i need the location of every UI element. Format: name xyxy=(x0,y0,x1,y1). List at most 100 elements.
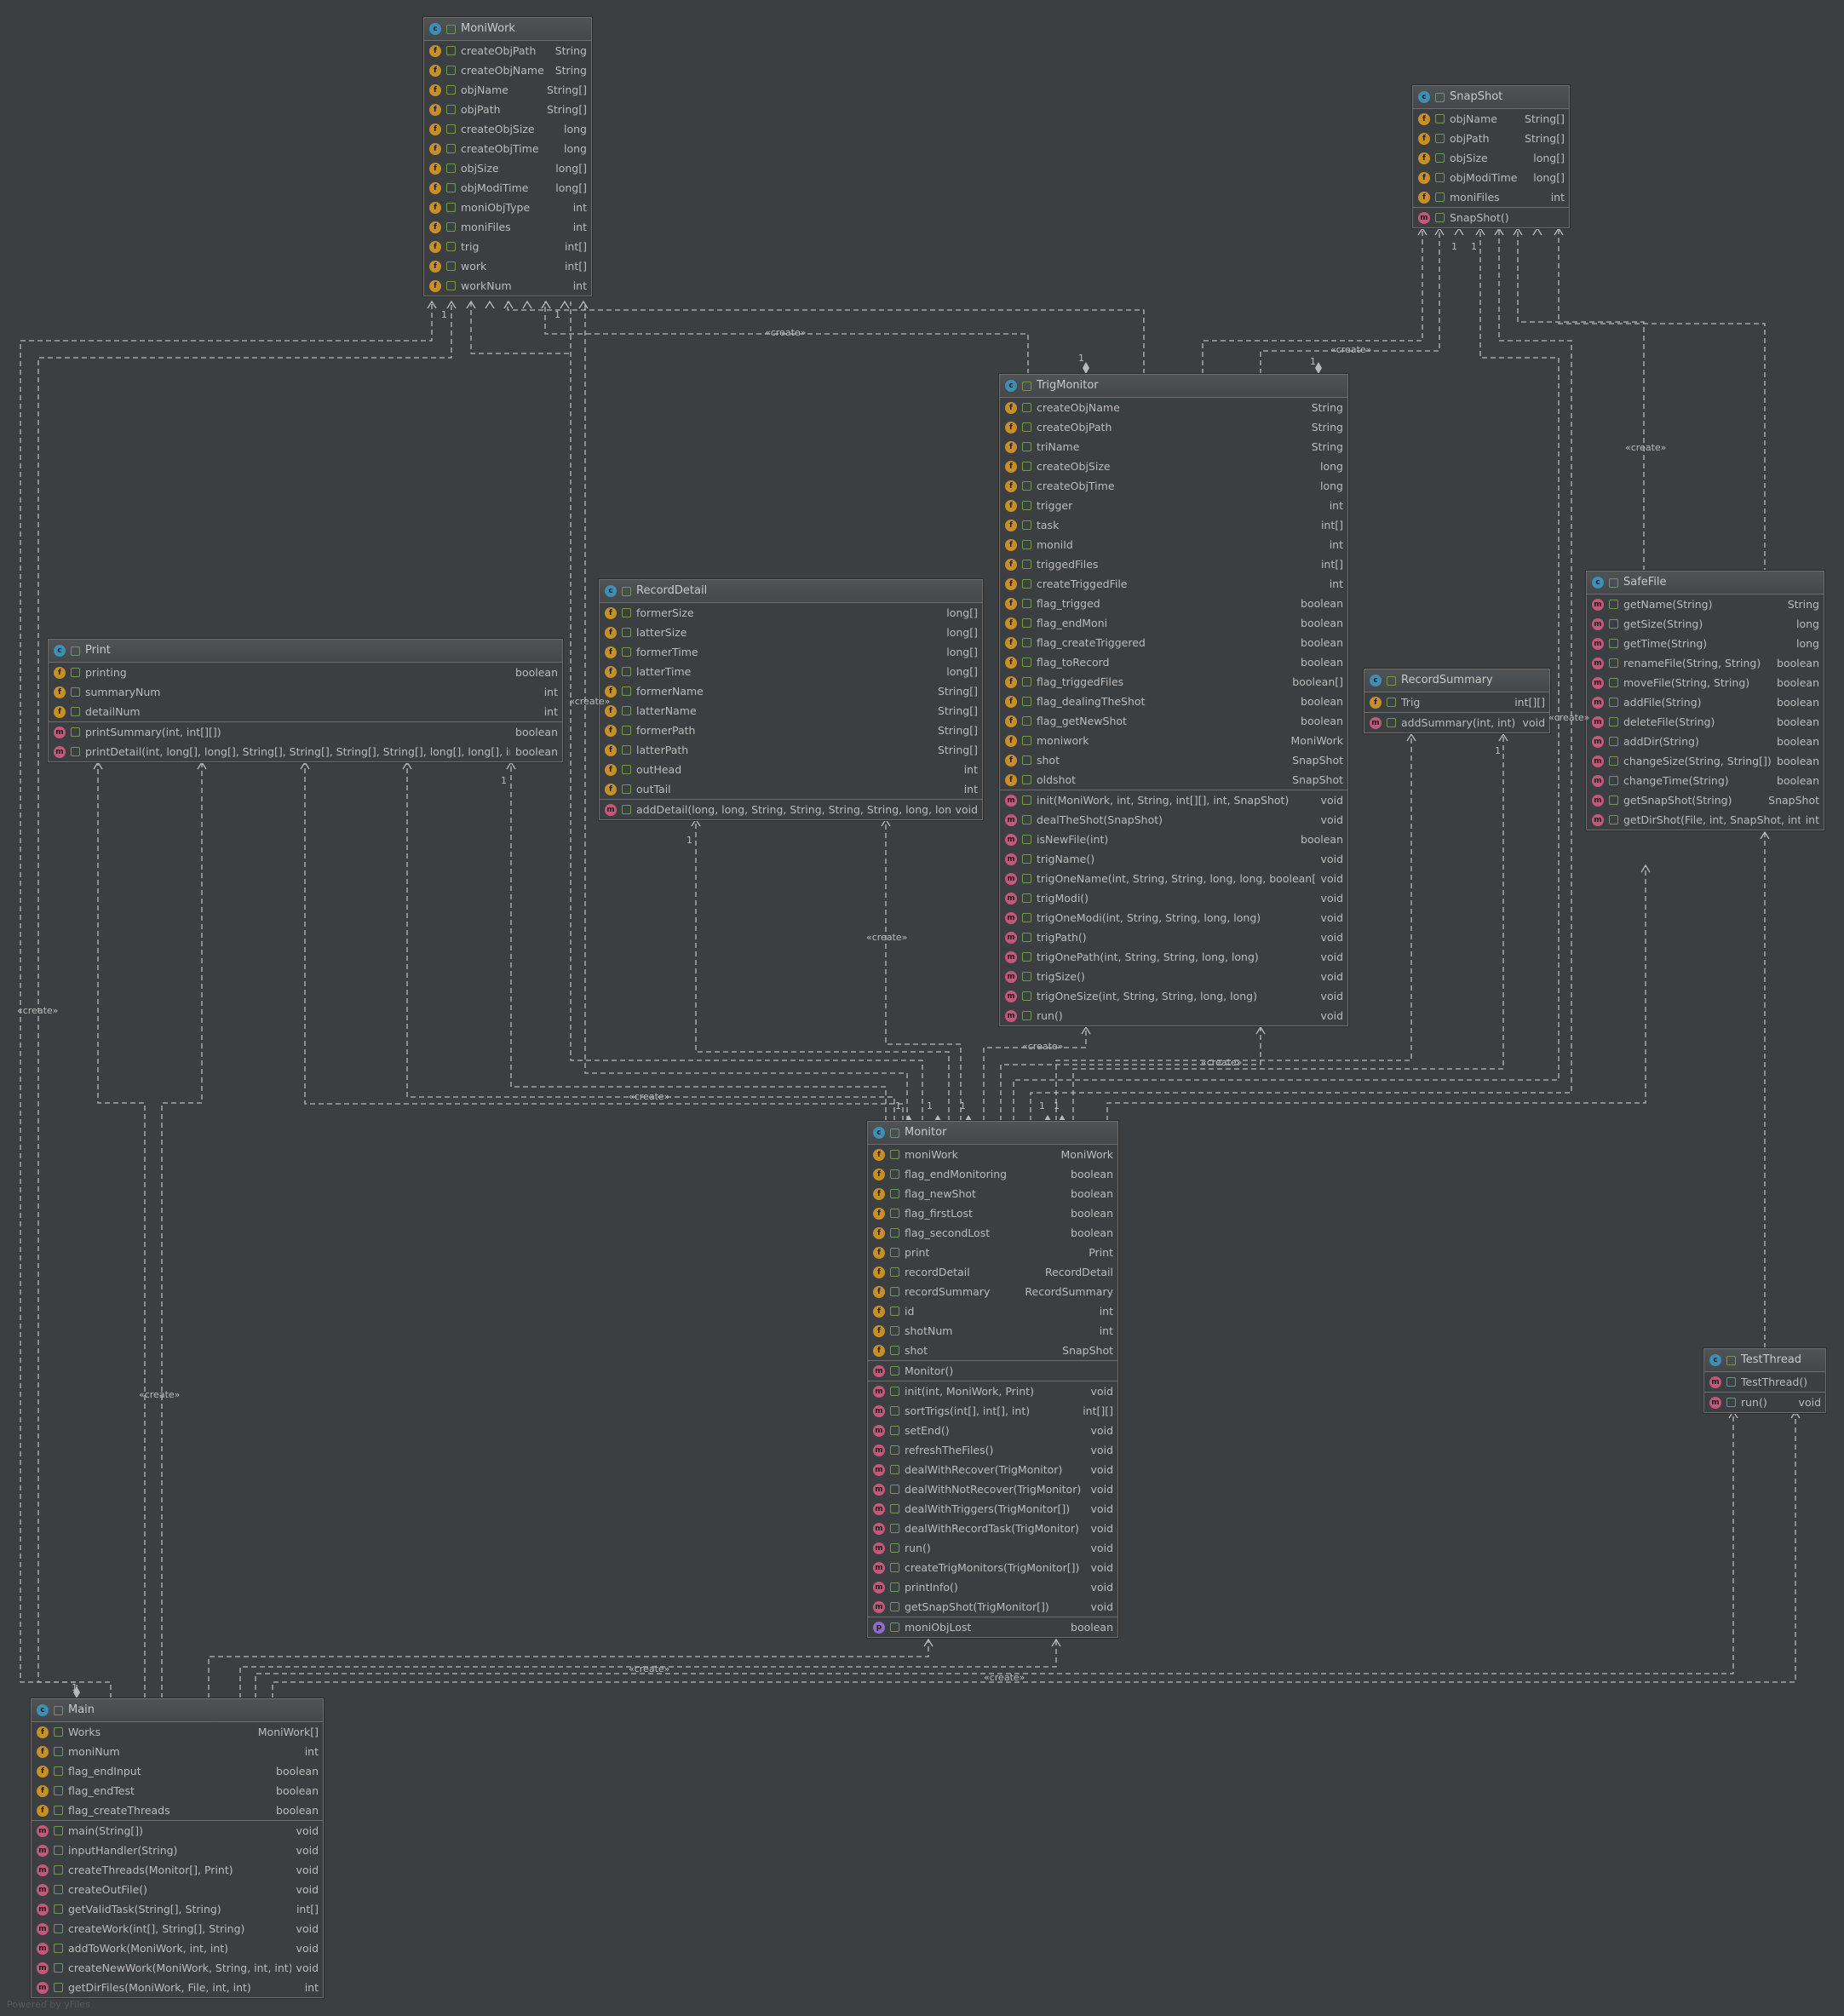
f-row[interactable]: f triName String xyxy=(1000,437,1347,457)
m-row[interactable]: m getSnapShot(TrigMonitor[]) void xyxy=(868,1597,1117,1617)
class-safefile[interactable]: c SafeFile m getName(String) String m getSize(… xyxy=(1586,571,1824,830)
m-row[interactable]: m getValidTask(String[], String) int[] xyxy=(32,1899,323,1919)
f-row[interactable]: f flag_secondLost boolean xyxy=(868,1223,1117,1243)
f-row[interactable]: f detailNum int xyxy=(49,702,562,721)
f-row[interactable]: f flag_endInput boolean xyxy=(32,1761,323,1781)
class-header[interactable]: c MoniWork xyxy=(424,18,591,41)
m-row[interactable]: m isNewFile(int) boolean xyxy=(1000,830,1347,849)
class-recorddetail[interactable]: c RecordDetail f formerSize long[] f latterSiz… xyxy=(599,579,983,820)
f-row[interactable]: f createObjSize long xyxy=(424,119,591,139)
m-row[interactable]: m inputHandler(String) void xyxy=(32,1841,323,1860)
f-row[interactable]: f recordDetail RecordDetail xyxy=(868,1262,1117,1282)
m-row[interactable]: m addFile(String) boolean xyxy=(1587,692,1824,712)
class-main[interactable]: c Main f Works MoniWork[] f moniNum int f flag_en… xyxy=(31,1698,324,1998)
class-header[interactable]: c TrigMonitor xyxy=(1000,375,1347,398)
m-row[interactable]: m addSummary(int, int) void xyxy=(1364,713,1549,732)
m-row[interactable]: m Monitor() xyxy=(868,1361,1117,1381)
class-header[interactable]: c SnapShot xyxy=(1413,86,1569,109)
f-row[interactable]: f flag_endMoni boolean xyxy=(1000,613,1347,633)
f-row[interactable]: f flag_toRecord boolean xyxy=(1000,652,1347,672)
class-header[interactable]: c Main xyxy=(32,1699,323,1722)
m-row[interactable]: m getSize(String) long xyxy=(1587,614,1824,634)
f-row[interactable]: f moniId int xyxy=(1000,535,1347,554)
m-row[interactable]: m SnapShot() xyxy=(1413,208,1569,227)
f-row[interactable]: f Works MoniWork[] xyxy=(32,1722,323,1742)
f-row[interactable]: f outHead int xyxy=(600,760,982,779)
m-row[interactable]: m addDir(String) boolean xyxy=(1587,732,1824,751)
f-row[interactable]: f shot SnapShot xyxy=(868,1341,1117,1360)
f-row[interactable]: f flag_endMonitoring boolean xyxy=(868,1164,1117,1184)
m-row[interactable]: m run() void xyxy=(1000,1006,1347,1025)
f-row[interactable]: f latterName String[] xyxy=(600,701,982,721)
m-row[interactable]: m printDetail(int, long[], long[], String… xyxy=(49,742,562,761)
m-row[interactable]: m createWork(int[], String[], String) void xyxy=(32,1919,323,1938)
f-row[interactable]: f latterPath String[] xyxy=(600,740,982,760)
f-row[interactable]: f formerName String[] xyxy=(600,681,982,701)
m-row[interactable]: m init(int, MoniWork, Print) void xyxy=(868,1381,1117,1401)
m-row[interactable]: m trigPath() void xyxy=(1000,928,1347,947)
f-row[interactable]: f Trig int[][] xyxy=(1364,692,1549,712)
m-row[interactable]: m run() void xyxy=(1704,1393,1825,1412)
m-row[interactable]: m dealWithTriggers(TrigMonitor[]) void xyxy=(868,1499,1117,1519)
f-row[interactable]: f moniFiles int xyxy=(1413,187,1569,207)
m-row[interactable]: m dealWithRecover(TrigMonitor) void xyxy=(868,1460,1117,1479)
m-row[interactable]: m trigModi() void xyxy=(1000,888,1347,908)
f-row[interactable]: f objPath String[] xyxy=(1413,129,1569,148)
f-row[interactable]: f objName String[] xyxy=(424,80,591,100)
f-row[interactable]: f moniWork MoniWork xyxy=(868,1145,1117,1164)
p-row[interactable]: p moniObjLost boolean xyxy=(868,1617,1117,1637)
f-row[interactable]: f latterSize long[] xyxy=(600,623,982,642)
f-row[interactable]: f recordSummary RecordSummary xyxy=(868,1282,1117,1301)
m-row[interactable]: m getName(String) String xyxy=(1587,594,1824,614)
m-row[interactable]: m moveFile(String, String) boolean xyxy=(1587,673,1824,692)
f-row[interactable]: f workNum int xyxy=(424,276,591,296)
m-row[interactable]: m init(MoniWork, int, String, int[][], in… xyxy=(1000,790,1347,810)
m-row[interactable]: m refreshTheFiles() void xyxy=(868,1440,1117,1460)
f-row[interactable]: f print Print xyxy=(868,1243,1117,1262)
m-row[interactable]: m getTime(String) long xyxy=(1587,634,1824,653)
f-row[interactable]: f work int[] xyxy=(424,256,591,276)
m-row[interactable]: m trigOneName(int, String, String, long, … xyxy=(1000,869,1347,888)
m-row[interactable]: m dealTheShot(SnapShot) void xyxy=(1000,810,1347,830)
m-row[interactable]: m dealWithRecordTask(TrigMonitor) void xyxy=(868,1519,1117,1538)
f-row[interactable]: f shotNum int xyxy=(868,1321,1117,1341)
class-header[interactable]: c RecordDetail xyxy=(600,580,982,603)
m-row[interactable]: m deleteFile(String) boolean xyxy=(1587,712,1824,732)
m-row[interactable]: m trigSize() void xyxy=(1000,967,1347,986)
f-row[interactable]: f moniwork MoniWork xyxy=(1000,731,1347,750)
f-row[interactable]: f oldshot SnapShot xyxy=(1000,770,1347,790)
class-header[interactable]: c Monitor xyxy=(868,1122,1117,1145)
f-row[interactable]: f shot SnapShot xyxy=(1000,750,1347,770)
f-row[interactable]: f moniFiles int xyxy=(424,217,591,237)
f-row[interactable]: f objPath String[] xyxy=(424,100,591,119)
class-moniwork[interactable]: c MoniWork f createObjPath String f createObjN… xyxy=(423,17,592,296)
m-row[interactable]: m changeTime(String) boolean xyxy=(1587,771,1824,790)
m-row[interactable]: m sortTrigs(int[], int[], int) int[][] xyxy=(868,1401,1117,1421)
f-row[interactable]: f createObjName String xyxy=(1000,398,1347,417)
f-row[interactable]: f objName String[] xyxy=(1413,109,1569,129)
f-row[interactable]: f outTail int xyxy=(600,779,982,799)
f-row[interactable]: f flag_createTriggered boolean xyxy=(1000,633,1347,652)
m-row[interactable]: m main(String[]) void xyxy=(32,1821,323,1841)
m-row[interactable]: m createThreads(Monitor[], Print) void xyxy=(32,1860,323,1880)
m-row[interactable]: m getDirShot(File, int, SnapShot, int) int xyxy=(1587,810,1824,830)
f-row[interactable]: f flag_trigged boolean xyxy=(1000,594,1347,613)
f-row[interactable]: f createObjSize long xyxy=(1000,457,1347,476)
m-row[interactable]: m getSnapShot(String) SnapShot xyxy=(1587,790,1824,810)
f-row[interactable]: f moniObjType int xyxy=(424,198,591,217)
f-row[interactable]: f formerSize long[] xyxy=(600,603,982,623)
f-row[interactable]: f objSize long[] xyxy=(424,158,591,178)
m-row[interactable]: m printSummary(int, int[][]) boolean xyxy=(49,722,562,742)
m-row[interactable]: m dealWithNotRecover(TrigMonitor) void xyxy=(868,1479,1117,1499)
f-row[interactable]: f createTriggedFile int xyxy=(1000,574,1347,594)
f-row[interactable]: f flag_createThreads boolean xyxy=(32,1801,323,1820)
f-row[interactable]: f flag_newShot boolean xyxy=(868,1184,1117,1203)
f-row[interactable]: f objModiTime long[] xyxy=(1413,168,1569,187)
m-row[interactable]: m setEnd() void xyxy=(868,1421,1117,1440)
f-row[interactable]: f createObjPath String xyxy=(424,41,591,60)
m-row[interactable]: m trigOnePath(int, String, String, long, … xyxy=(1000,947,1347,967)
m-row[interactable]: m trigOneSize(int, String, String, long, … xyxy=(1000,986,1347,1006)
m-row[interactable]: m createOutFile() void xyxy=(32,1880,323,1899)
m-row[interactable]: m createTrigMonitors(TrigMonitor[]) void xyxy=(868,1558,1117,1577)
f-row[interactable]: f createObjTime long xyxy=(424,139,591,158)
